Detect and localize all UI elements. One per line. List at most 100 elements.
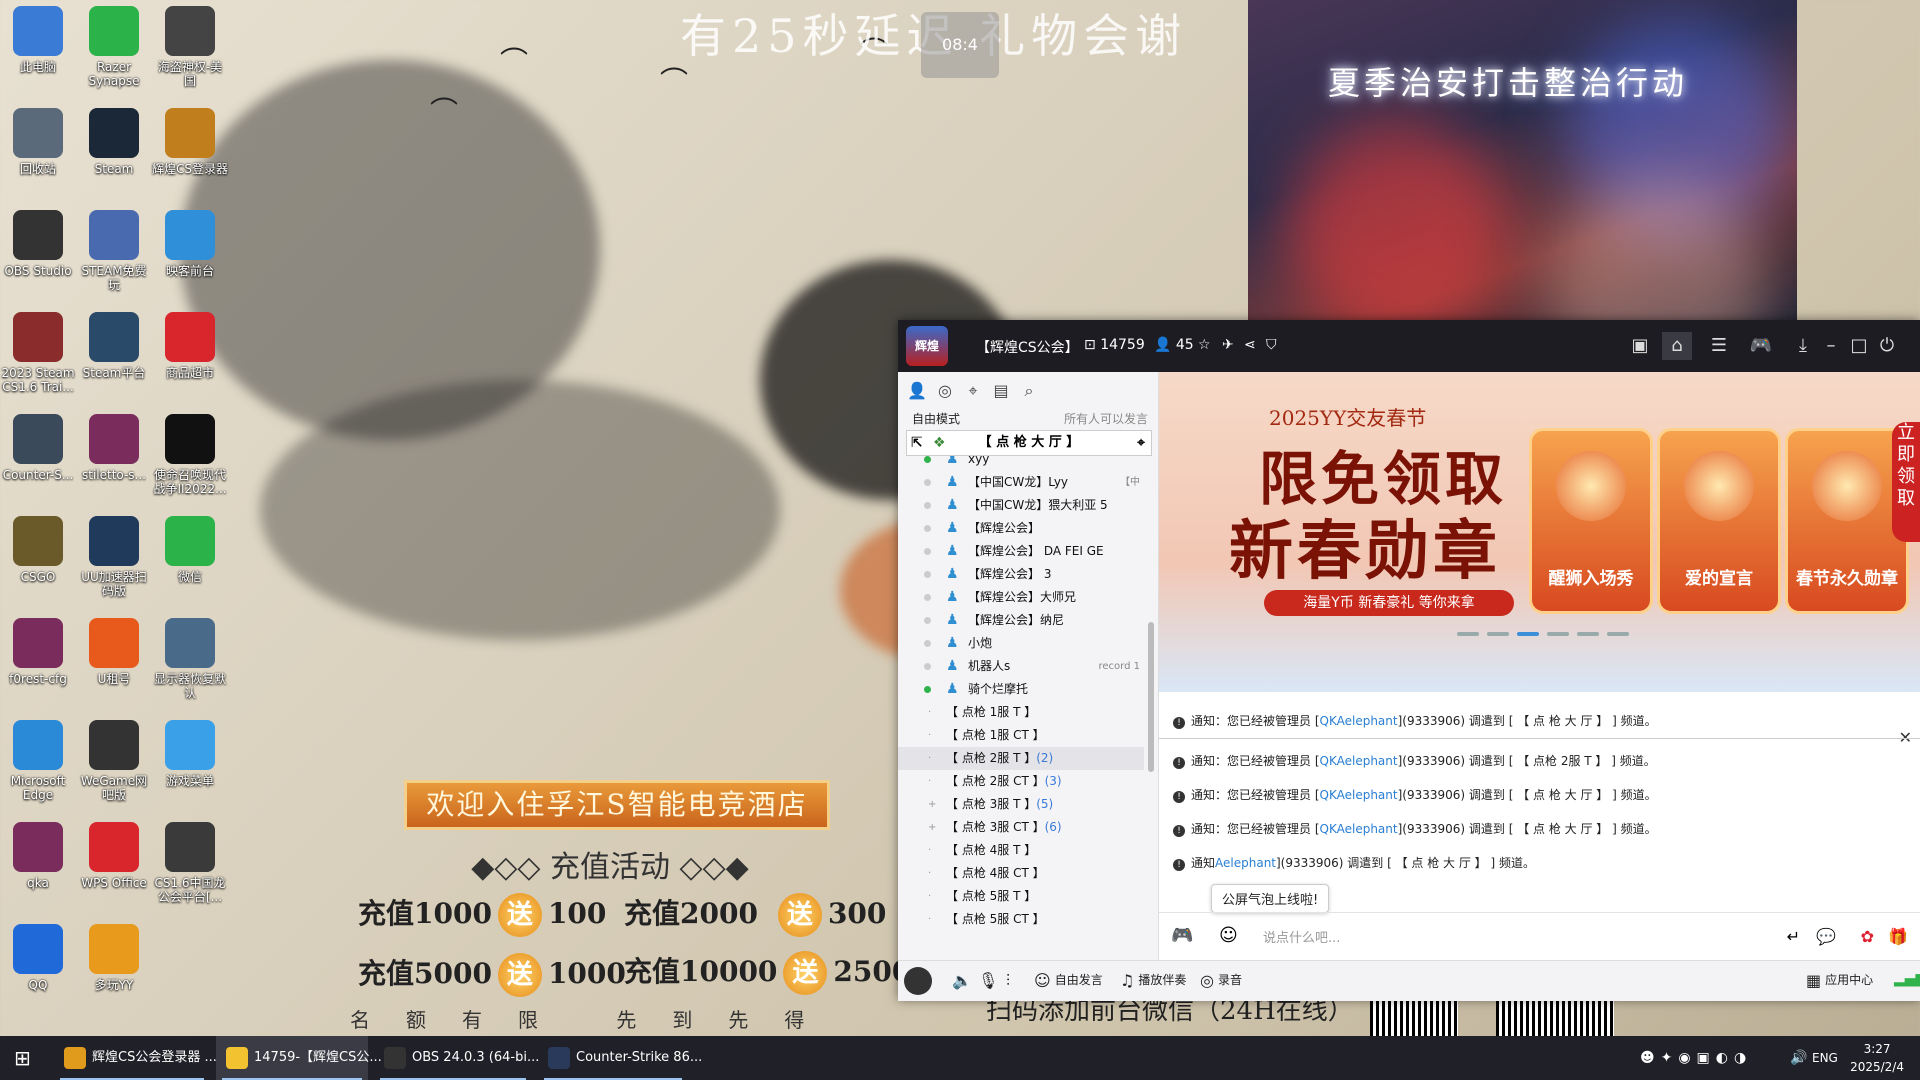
desktop-icon[interactable]: 使命召唤现代战争II2022... (152, 414, 228, 496)
message-input[interactable]: 说点什么吧... (1263, 927, 1340, 946)
desktop-icon[interactable]: QQ (0, 924, 76, 992)
desktop-icon[interactable]: stiletto-s... (76, 414, 152, 482)
desktop-icon[interactable]: 此电脑 (0, 6, 76, 74)
spring-festival-banner[interactable]: 2025YY交友春节 限免领取 新春勋章 海量Y币 新春豪礼 等你来拿 醒狮入场… (1159, 372, 1920, 692)
home-icon[interactable]: ⌂ (1662, 332, 1692, 360)
power-button[interactable]: ⏻ (1872, 332, 1902, 360)
user-row[interactable]: ♟ 【辉煌公会】 3 (898, 563, 1144, 586)
promo-card[interactable]: 醒狮入场秀 (1529, 428, 1653, 614)
shield-icon[interactable]: ⛉ (1266, 337, 1277, 353)
channel-list-scrollbar[interactable] (1148, 622, 1154, 772)
game-icon[interactable]: 🎮 (1171, 925, 1193, 946)
desktop-icon[interactable]: Steam (76, 108, 152, 176)
desktop-icon[interactable]: Steam平台 (76, 312, 152, 380)
user-row[interactable]: ♟ xyy (898, 456, 1144, 471)
desktop-icon[interactable]: 回收站 (0, 108, 76, 176)
desktop-icon[interactable]: WeGame网吧版 (76, 720, 152, 802)
location-icon[interactable]: ⌖ (962, 380, 984, 402)
accompany-button[interactable]: ♫ 播放伴奏 (1120, 971, 1186, 990)
desktop-icon[interactable]: 2023 Steam CS1.6 Trai... (0, 312, 76, 394)
gamepad-icon[interactable]: 🎮 (1746, 332, 1776, 360)
sub-channel-row[interactable]: · 【 点枪 4服 CT 】 (898, 862, 1144, 885)
admin-link[interactable]: QKAelephant (1320, 788, 1398, 802)
user-row[interactable]: ♟ 小炮 (898, 632, 1144, 655)
user-row[interactable]: ♟ 【中国CW龙】猥大利亚 5 (898, 494, 1144, 517)
desktop-icon[interactable]: 微信 (152, 516, 228, 584)
chat-icon[interactable]: ◎ (934, 380, 956, 402)
plane-icon[interactable]: ✈ (1222, 337, 1234, 353)
emoji-icon[interactable]: ☺ (1219, 925, 1238, 946)
sub-channel-row[interactable]: + 【 点枪 3服 T 】(5) (898, 793, 1144, 816)
desktop-icon[interactable]: UU加速器扫码版 (76, 516, 152, 598)
sub-channel-row[interactable]: · 【 点枪 1服 CT 】 (898, 724, 1144, 747)
taskbar-app[interactable]: Counter-Strike 86... (538, 1036, 702, 1080)
expand-icon[interactable]: · (928, 908, 931, 931)
flower-icon[interactable]: ✿ (1861, 927, 1874, 946)
expand-icon[interactable]: · (928, 747, 931, 770)
expand-icon[interactable]: + (928, 793, 936, 816)
sub-channel-row[interactable]: · 【 点枪 1服 T 】 (898, 701, 1144, 724)
language-indicator[interactable]: ENG (1812, 1036, 1838, 1080)
list-icon[interactable]: ☰ (1704, 332, 1734, 360)
avatar[interactable] (904, 967, 932, 995)
desktop-icon[interactable]: STEAM免费玩 (76, 210, 152, 292)
user-row[interactable]: ♟ 【辉煌公会】大师兄 (898, 586, 1144, 609)
search-icon[interactable]: ⌕ (1018, 380, 1040, 402)
user-row[interactable]: ♟ 【辉煌公会】 (898, 517, 1144, 540)
sub-channel-row[interactable]: · 【 点枪 4服 T 】 (898, 839, 1144, 862)
desktop-icon[interactable]: 显示器恢复默认 (152, 618, 228, 700)
user-row[interactable]: ♟ 骑个烂摩托 (898, 678, 1144, 701)
expand-icon[interactable]: · (928, 862, 931, 885)
expand-icon[interactable]: · (928, 839, 931, 862)
desktop-icon[interactable]: CS1.6中国龙公会平台[... (152, 822, 228, 904)
admin-link[interactable]: QKAelephant (1320, 754, 1398, 768)
expand-icon[interactable]: · (928, 701, 931, 724)
desktop-icon[interactable]: Microsoft Edge (0, 720, 76, 802)
expand-icon[interactable]: + (928, 816, 936, 839)
microphone-icon[interactable]: 🎙 (978, 971, 998, 990)
taskbar-app[interactable]: OBS 24.0.3 (64-bi... (374, 1036, 539, 1080)
user-row[interactable]: ♟ 机器人s record 1 (898, 655, 1144, 678)
taskbar-app[interactable]: 14759-【辉煌CS公... (216, 1036, 382, 1080)
notes-icon[interactable]: ▤ (990, 380, 1012, 402)
system-tray-icons[interactable]: ☻✦◉▣◐◑ (1640, 1036, 1752, 1080)
sub-channel-row[interactable]: + 【 点枪 3服 CT 】(6) (898, 816, 1144, 839)
admin-link[interactable]: QKAelephant (1320, 714, 1398, 728)
speech-bubble-icon[interactable]: 💬 (1816, 927, 1836, 946)
app-center-button[interactable]: ▦ 应用中心 (1806, 971, 1873, 990)
desktop-icon[interactable]: f0rest-cfg (0, 618, 76, 686)
desktop-icon[interactable]: 游戏菜单 (152, 720, 228, 788)
desktop-icon[interactable]: CSGO (0, 516, 76, 584)
expand-icon[interactable]: · (928, 885, 931, 908)
equalizer-icon[interactable]: ⫶ (1006, 971, 1010, 991)
desktop-icon[interactable]: U租号 (76, 618, 152, 686)
promo-card[interactable]: 爱的宣言 (1657, 428, 1781, 614)
desktop-icon[interactable]: 映客前台 (152, 210, 228, 278)
enter-icon[interactable]: ↵ (1787, 927, 1800, 946)
desktop-icon[interactable]: OBS Studio (0, 210, 76, 278)
user-row[interactable]: ♟ 【中国CW龙】Lyy 【中 (898, 471, 1144, 494)
expand-icon[interactable]: · (928, 770, 931, 793)
promo-card[interactable]: 春节永久勋章 (1785, 428, 1909, 614)
room-bar[interactable]: ⇱ ❖ 【 点 枪 大 厅 】 ⌖ (906, 430, 1152, 456)
free-speak-button[interactable]: ☺ 自由发言 (1034, 971, 1103, 990)
room-location-icon[interactable]: ⌖ (1137, 431, 1145, 455)
download-icon[interactable]: ⤓ (1788, 332, 1818, 360)
promo-side-button[interactable]: 立即领取 (1892, 422, 1920, 542)
desktop-icon[interactable]: 辉煌CS登录器 (152, 108, 228, 176)
clock[interactable]: 3:27 2025/2/4 (1850, 1040, 1904, 1076)
desktop-icon[interactable]: Counter-S... (0, 414, 76, 482)
expand-icon[interactable]: · (928, 724, 931, 747)
member-icon[interactable]: 👤 (906, 380, 928, 402)
favorite-icon[interactable]: ☆ (1198, 337, 1211, 353)
user-row[interactable]: ♟ 【辉煌公会】 DA FEI GE (898, 540, 1144, 563)
desktop-icon[interactable]: 多玩YY (76, 924, 152, 992)
desktop-icon[interactable]: Razer Synapse (76, 6, 152, 88)
desktop-icon[interactable]: WPS Office (76, 822, 152, 890)
volume-icon[interactable]: 🔊 (1790, 1036, 1807, 1080)
desktop-icon[interactable]: qka (0, 822, 76, 890)
maximize-button[interactable]: □ (1844, 332, 1874, 360)
sub-channel-row[interactable]: · 【 点枪 2服 CT 】(3) (898, 770, 1144, 793)
sub-channel-row[interactable]: · 【 点枪 2服 T 】(2) (898, 747, 1144, 770)
video-icon[interactable]: ▣ (1625, 332, 1655, 360)
